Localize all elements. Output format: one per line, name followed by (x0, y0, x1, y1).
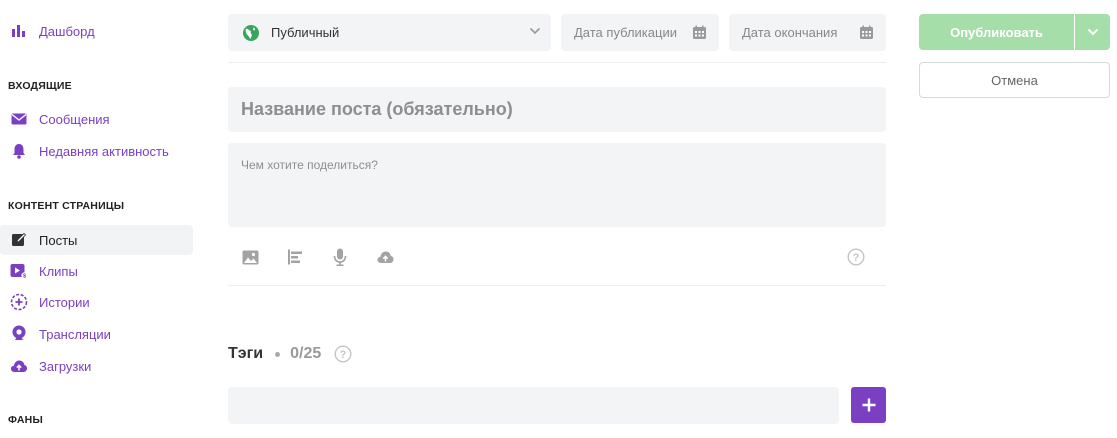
sidebar-item-messages[interactable]: Сообщения (0, 104, 193, 134)
sidebar-item-label: Трансляции (39, 326, 111, 342)
end-date-placeholder: Дата окончания (742, 25, 838, 40)
publish-options-button[interactable] (1075, 14, 1110, 50)
sidebar-item-dashboard[interactable]: Дашборд (0, 16, 193, 46)
publish-date-placeholder: Дата публикации (574, 25, 677, 40)
microphone-icon[interactable] (331, 248, 349, 266)
help-icon[interactable]: ? (334, 345, 352, 363)
story-icon (10, 293, 28, 311)
calendar-icon (692, 25, 707, 40)
section-heading-content: КОНТЕНТ СТРАНИЦЫ (8, 200, 125, 212)
tags-count: 0/25 (290, 345, 322, 362)
globe-icon (242, 24, 260, 42)
cloud-upload-icon (10, 357, 28, 375)
sidebar-item-label: Дашборд (39, 23, 95, 39)
sidebar-item-broadcasts[interactable]: Трансляции (0, 319, 193, 349)
publish-label: Опубликовать (950, 24, 1043, 40)
publish-button[interactable]: Опубликовать (919, 14, 1074, 50)
chevron-down-icon (1087, 28, 1099, 36)
section-heading-inbox: ВХОДЯЩИЕ (8, 80, 72, 92)
plus-icon (861, 397, 877, 413)
divider (228, 285, 886, 286)
post-body-placeholder: Чем хотите поделиться? (241, 158, 378, 172)
sidebar-item-label: Посты (39, 232, 78, 248)
image-icon[interactable] (241, 248, 259, 266)
broadcast-icon (10, 325, 28, 343)
section-heading-fans: ФАНЫ (8, 414, 43, 426)
sidebar-item-label: Загрузки (39, 358, 92, 374)
divider (228, 62, 886, 63)
post-body-textarea[interactable]: Чем хотите поделиться? (228, 143, 886, 227)
calendar-icon (859, 25, 874, 40)
svg-text:?: ? (853, 252, 860, 264)
chevron-down-icon (529, 27, 541, 35)
sidebar-item-label: Недавняя активность (39, 143, 169, 159)
tag-input[interactable] (228, 387, 839, 424)
edit-icon (10, 231, 28, 249)
tags-label: Тэги (228, 345, 264, 362)
post-title-placeholder: Название поста (обязательно) (241, 99, 513, 119)
visibility-select[interactable]: Публичный (228, 14, 551, 51)
sidebar: Дашборд ВХОДЯЩИЕ Сообщения Недавняя акти… (0, 0, 205, 438)
cloud-upload-icon[interactable] (375, 248, 395, 266)
svg-text:$: $ (23, 274, 26, 279)
sidebar-item-clips[interactable]: $ Клипы (0, 256, 193, 286)
end-date-field[interactable]: Дата окончания (729, 14, 886, 51)
bar-chart-icon (10, 22, 28, 40)
svg-text:?: ? (340, 349, 347, 361)
post-title-input[interactable]: Название поста (обязательно) (228, 87, 886, 132)
envelope-icon (10, 110, 28, 128)
cancel-label: Отмена (991, 72, 1038, 88)
sidebar-item-posts[interactable]: Посты (0, 225, 193, 255)
visibility-value: Публичный (271, 25, 340, 40)
sidebar-item-stories[interactable]: Истории (0, 287, 193, 317)
sidebar-item-label: Сообщения (39, 111, 110, 127)
publish-date-field[interactable]: Дата публикации (561, 14, 719, 51)
cancel-button[interactable]: Отмена (919, 62, 1110, 98)
sidebar-item-label: Клипы (39, 263, 78, 279)
help-icon[interactable]: ? (847, 248, 865, 266)
add-tag-button[interactable] (851, 387, 886, 423)
align-icon[interactable] (286, 248, 304, 266)
clip-icon: $ (10, 262, 28, 280)
bell-icon (10, 142, 28, 160)
separator-dot (275, 351, 281, 357)
sidebar-item-recent-activity[interactable]: Недавняя активность (0, 136, 193, 166)
sidebar-item-label: Истории (39, 294, 90, 310)
tags-header: Тэги 0/25 ? (228, 344, 352, 364)
sidebar-item-uploads[interactable]: Загрузки (0, 351, 193, 381)
